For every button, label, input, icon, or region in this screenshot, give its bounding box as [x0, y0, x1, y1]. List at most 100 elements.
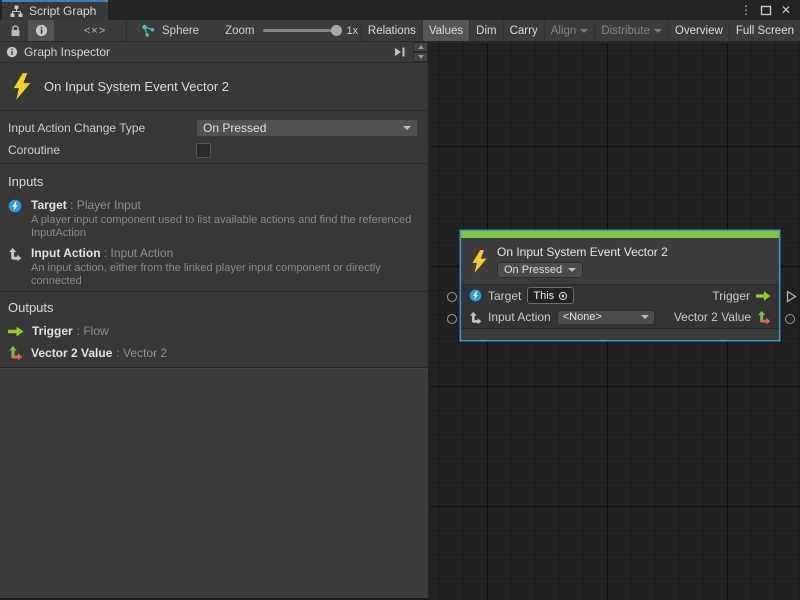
event-bolt-icon	[471, 250, 488, 273]
inspector-empty-area	[0, 367, 428, 598]
panel-scroll-spinner	[413, 42, 428, 62]
tab-label: Script Graph	[29, 4, 96, 18]
zoom-control: Zoom 1x	[225, 25, 358, 37]
menu-icon[interactable]: ⋮	[738, 2, 754, 18]
port-type: : Flow	[77, 324, 109, 338]
toolbar-separator	[126, 20, 127, 41]
scroll-up-button[interactable]	[413, 42, 428, 52]
target-value: This	[533, 290, 554, 302]
outputs-header: Outputs	[8, 300, 420, 315]
dock-panel-button[interactable]	[392, 44, 408, 60]
target-port-label: Target	[488, 289, 521, 303]
flow-arrow-icon	[8, 326, 24, 337]
inputs-header: Inputs	[8, 174, 420, 189]
trigger-output-port[interactable]	[786, 290, 797, 303]
input-action-port-label: Input Action	[488, 310, 551, 324]
vector2-output-port[interactable]	[785, 314, 795, 324]
full-screen-button[interactable]: Full Screen	[729, 20, 800, 41]
carry-button[interactable]: Carry	[503, 20, 544, 41]
maximize-icon[interactable]	[758, 2, 774, 18]
relations-button[interactable]: Relations	[361, 20, 422, 41]
graph-canvas[interactable]: On Input System Event Vector 2 On Presse…	[430, 42, 800, 600]
node-row-target: Target This Trigger	[461, 284, 779, 306]
tab-script-graph[interactable]: Script Graph	[2, 0, 108, 20]
list-item: Target : Player Input A player input com…	[8, 198, 420, 240]
scope-icon	[558, 291, 568, 301]
unit-title-block: On Input System Event Vector 2	[0, 63, 428, 111]
close-icon[interactable]: ✕	[778, 2, 794, 18]
info-icon	[35, 24, 48, 37]
align-button[interactable]: Align	[544, 20, 595, 41]
trigger-port-label: Trigger	[712, 289, 750, 303]
chevron-down-icon	[641, 315, 649, 319]
list-item: Vector 2 Value : Vector 2	[8, 345, 420, 360]
dim-button[interactable]: Dim	[469, 20, 502, 41]
list-item: Input Action : Input Action An input act…	[8, 246, 420, 288]
zoom-slider-thumb[interactable]	[331, 25, 342, 36]
chevron-down-icon	[568, 268, 576, 272]
node-title: On Input System Event Vector 2	[497, 245, 668, 259]
player-input-icon	[8, 198, 23, 240]
list-item: Trigger : Flow	[8, 324, 420, 338]
graph-breadcrumb[interactable]: Sphere	[141, 24, 199, 38]
unit-title: On Input System Event Vector 2	[44, 79, 229, 94]
vector2-port-label: Vector 2 Value	[674, 310, 751, 324]
event-node[interactable]: On Input System Event Vector 2 On Presse…	[460, 230, 780, 341]
overview-button[interactable]: Overview	[668, 20, 729, 41]
distribute-button[interactable]: Distribute	[594, 20, 668, 41]
code-icon: <×>	[84, 25, 106, 37]
coroutine-checkbox[interactable]	[196, 143, 211, 158]
code-view-button[interactable]: <×>	[76, 20, 114, 41]
chevron-down-icon	[580, 29, 588, 33]
node-event-accent-bar	[461, 231, 779, 238]
target-value-pill[interactable]: This	[527, 287, 574, 304]
maximize-glyph-icon	[760, 5, 772, 16]
lock-button[interactable]	[2, 20, 28, 41]
toolbar: <×> Sphere Zoom 1x Relations Values Dim …	[0, 20, 800, 42]
port-type: : Player Input	[70, 198, 141, 212]
chevron-down-icon	[418, 55, 424, 59]
event-bolt-icon	[12, 73, 32, 100]
window-controls: ⋮ ✕	[738, 0, 800, 20]
titlebar: Script Graph ⋮ ✕	[0, 0, 800, 20]
unit-settings: Input Action Change Type On Pressed Coro…	[0, 111, 428, 164]
graph-inspector-header: Graph Inspector	[0, 42, 428, 63]
coroutine-label: Coroutine	[8, 143, 196, 157]
port-name: Input Action	[31, 246, 101, 260]
target-input-port[interactable]	[447, 292, 457, 302]
graph-network-icon	[141, 24, 156, 38]
values-button[interactable]: Values	[422, 20, 469, 41]
port-type: : Input Action	[104, 246, 173, 260]
toolbar-right-buttons: Relations Values Dim Carry Align Distrib…	[361, 20, 800, 41]
input-action-value: <None>	[563, 311, 602, 323]
player-input-icon	[469, 289, 482, 302]
graph-name: Sphere	[162, 25, 199, 37]
vector2-icon	[8, 345, 23, 360]
port-type: : Vector 2	[116, 346, 167, 360]
change-type-value: On Pressed	[203, 121, 266, 135]
port-name: Trigger	[32, 324, 73, 338]
graph-inspector-panel: Graph Inspector On Input System Event Ve…	[0, 42, 430, 598]
input-action-icon	[469, 311, 482, 324]
outputs-section: Outputs Trigger : Flow Vector 2 Value : …	[0, 291, 428, 367]
info-icon	[6, 46, 18, 58]
change-type-dropdown[interactable]: On Pressed	[196, 119, 418, 137]
input-action-icon	[8, 246, 23, 288]
inspector-toggle-button[interactable]	[28, 20, 54, 41]
zoom-label: Zoom	[225, 25, 254, 37]
scroll-down-button[interactable]	[413, 52, 428, 62]
node-row-input-action: Input Action <None> Vector 2 Value	[461, 306, 779, 328]
node-mode-value: On Pressed	[504, 264, 562, 276]
chevron-down-icon	[654, 29, 662, 33]
script-graph-icon	[10, 5, 23, 18]
port-description: A player input component used to list av…	[31, 214, 416, 240]
input-action-input-port[interactable]	[447, 314, 457, 324]
zoom-value: 1x	[347, 25, 359, 37]
zoom-slider[interactable]	[263, 29, 339, 32]
unity-script-graph-window: Script Graph ⋮ ✕	[0, 0, 800, 600]
node-mode-dropdown[interactable]: On Pressed	[497, 262, 583, 278]
dock-icon	[394, 46, 406, 58]
change-type-label: Input Action Change Type	[8, 121, 196, 135]
input-action-dropdown[interactable]: <None>	[557, 310, 655, 325]
node-footer	[461, 328, 779, 340]
